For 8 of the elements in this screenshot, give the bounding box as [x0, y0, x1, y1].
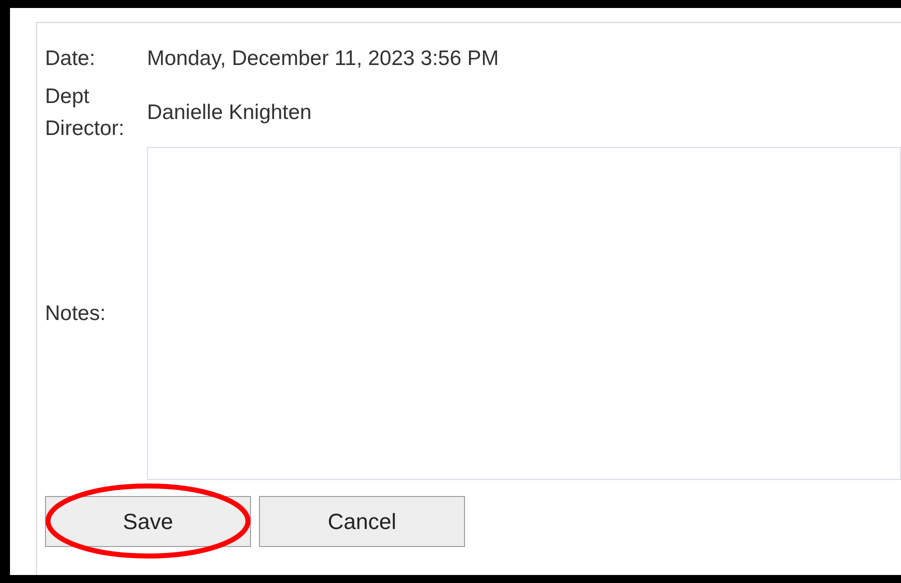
field-label: Date: [45, 46, 96, 72]
field-label: Dept Director: [45, 84, 126, 142]
field-value: Monday, December 11, 2023 3:56 PM [147, 46, 499, 72]
field-value: Danielle Knighten [147, 100, 312, 126]
notes-field[interactable] [147, 147, 901, 480]
notes-label: Notes: [45, 300, 107, 327]
dialog-button[interactable]: Save [45, 496, 251, 547]
dialog-button[interactable]: Cancel [259, 496, 465, 547]
